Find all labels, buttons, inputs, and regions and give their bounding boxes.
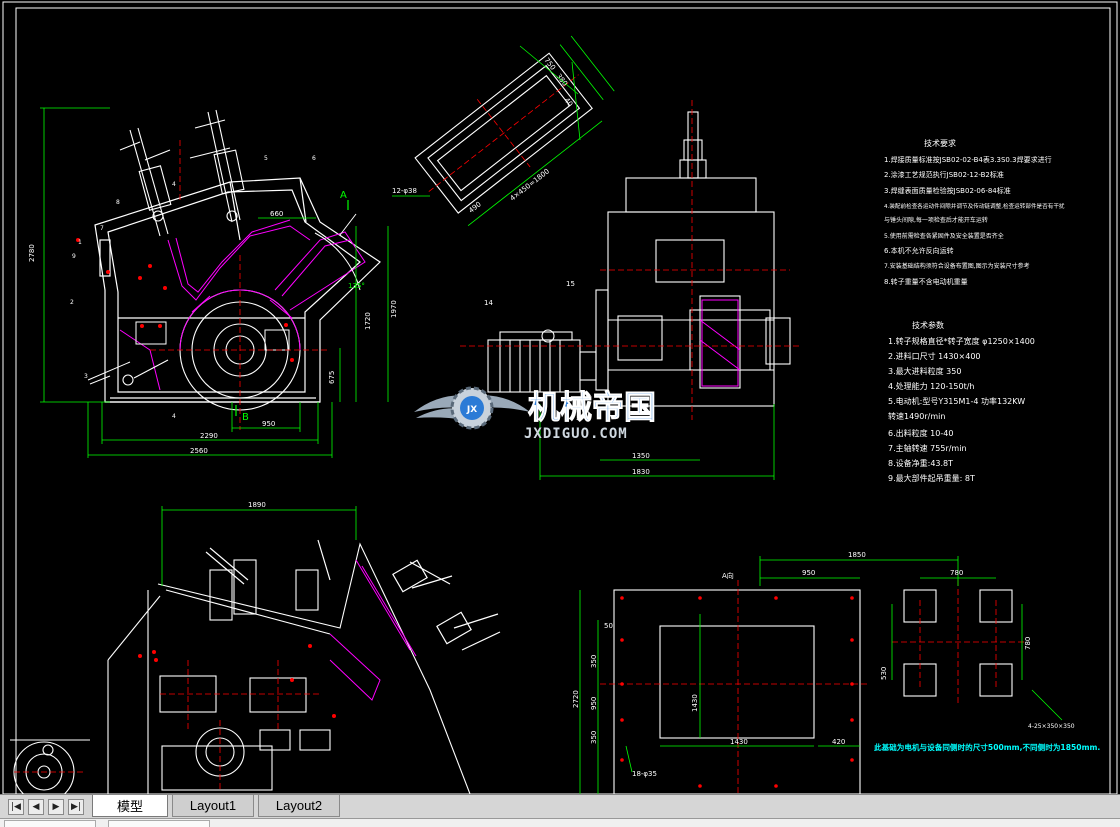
tech-param-2: 2.进料口尺寸 1430×400	[888, 351, 981, 361]
svg-text:4: 4	[172, 181, 176, 188]
dim-found-530: 530	[880, 667, 888, 680]
svg-text:2: 2	[70, 299, 74, 306]
dim-detail-4: 490	[467, 200, 482, 215]
tech-param-5: 5.电动机:型号Y315M1-4 功率132KW	[888, 396, 1025, 406]
tech-params-block: 技术参数 1.转子规格直径*转子宽度 φ1250×1400 2.进料口尺寸 14…	[888, 320, 1035, 483]
dim-found-950: 950	[802, 569, 815, 577]
dim-found-350a: 350	[590, 655, 598, 668]
tech-req-7: 7.安装基础结构须符合设备布置图,图示为安装尺寸参考	[884, 262, 1030, 270]
tab-model[interactable]: 模型	[92, 795, 168, 817]
next-layout-button[interactable]: ▶	[48, 799, 64, 815]
dim-135: 135°	[348, 282, 365, 290]
front-elevation-view: 2780 2290 2560 950 1720 1970 675 660 135…	[28, 107, 398, 458]
dim-1970: 1970	[390, 300, 398, 318]
foundation-plan: A向 1850 950 780 780 530 1430 1430 420 27…	[572, 551, 1100, 794]
tech-param-5b: 转速1490r/min	[888, 411, 945, 421]
dim-found-bolt2: 4-25×350×350	[1028, 723, 1075, 730]
dim-found-bolt: 18-φ35	[632, 770, 657, 778]
dim-found-950b: 950	[590, 697, 598, 710]
dim-1720: 1720	[364, 312, 372, 330]
tech-param-7: 7.主轴转速 755r/min	[888, 443, 967, 453]
dim-675: 675	[328, 371, 336, 384]
dim-1350: 1350	[632, 452, 650, 460]
foundation-note: 此基础为电机与设备同侧时的尺寸500mm,不同侧时为1850mm.	[874, 742, 1100, 752]
first-icon: |◀	[11, 802, 21, 812]
dim-found-50: 50	[604, 622, 613, 630]
tech-req-2: 2.涂漆工艺规范执行JSB02-12-B2标准	[884, 170, 1004, 179]
watermark-brand: 机械帝国	[528, 388, 656, 426]
prev-icon: ◀	[32, 802, 40, 812]
found-title-a: A向	[722, 571, 734, 580]
svg-text:5: 5	[264, 155, 268, 162]
svg-text:3: 3	[84, 373, 88, 380]
tech-params-title: 技术参数	[912, 320, 944, 330]
dim-1890: 1890	[248, 501, 266, 509]
svg-text:7: 7	[100, 225, 104, 232]
tech-req-4: 4.装配前检查各运动件间隙并调节及传动链调整,检查运转部件是否有干扰	[884, 202, 1065, 210]
dim-found-780a: 780	[950, 569, 963, 577]
layout-tab-bar: |◀ ◀ ▶ ▶| 模型 Layout1 Layout2	[0, 794, 1120, 819]
first-layout-button[interactable]: |◀	[8, 799, 24, 815]
svg-text:1: 1	[78, 239, 82, 246]
tab-layout2[interactable]: Layout2	[258, 795, 340, 817]
dim-found-350b: 350	[590, 731, 598, 744]
tech-requirements-title: 技术要求	[924, 138, 956, 148]
tech-param-4: 4.处理能力 120-150t/h	[888, 381, 975, 391]
tech-req-8: 8.转子重量不含电动机重量	[884, 277, 968, 286]
tech-req-6: 6.本机不允许反向运转	[884, 246, 954, 255]
dim-detail-3: 750	[542, 56, 557, 71]
last-icon: ▶|	[71, 802, 81, 812]
svg-text:14: 14	[484, 299, 493, 307]
tech-req-1: 1.焊接质量标准按JSB02-02-B4表3.3S0.3焊要求进行	[884, 155, 1052, 164]
drawing-canvas[interactable]: 2780 2290 2560 950 1720 1970 675 660 135…	[0, 0, 1120, 794]
section-a-marker: A	[340, 190, 347, 201]
tab-layout1[interactable]: Layout1	[172, 795, 254, 817]
watermark-logo: JX 机械帝国 JXDIGUO.COM	[414, 386, 657, 442]
dim-detail-2: 4×450=1800	[509, 167, 551, 202]
dim-detail-1: 12-φ38	[392, 187, 417, 195]
dim-found-1430b: 1430	[691, 694, 699, 712]
dim-2560: 2560	[190, 447, 208, 455]
dim-660: 660	[270, 210, 283, 218]
svg-text:9: 9	[72, 253, 76, 260]
tech-param-1: 1.转子规格直径*转子宽度 φ1250×1400	[888, 336, 1035, 346]
tech-param-8: 8.设备净重:43.8T	[888, 458, 953, 468]
svg-text:6: 6	[312, 155, 316, 162]
prev-layout-button[interactable]: ◀	[28, 799, 44, 815]
watermark-badge: JX	[466, 405, 477, 415]
dim-found-2720: 2720	[572, 690, 580, 708]
svg-text:8: 8	[116, 199, 120, 206]
tech-req-3: 3.焊缝表面质量检验按JSB02-06-84标准	[884, 186, 1011, 195]
next-icon: ▶	[52, 802, 60, 812]
tech-req-4b: 与锤头间隙,每一项检查后才能开车运转	[884, 216, 988, 224]
dim-2780: 2780	[28, 244, 36, 262]
dim-found-1430a: 1430	[730, 738, 748, 746]
plan-view: 1890	[10, 501, 501, 794]
tech-requirements-block: 技术要求 1.焊接质量标准按JSB02-02-B4表3.3S0.3焊要求进行 2…	[884, 138, 1065, 286]
section-b-marker: B	[242, 412, 249, 423]
detail-view-rotated: 4×450=1800 490 12-φ38 750 380 40	[392, 35, 615, 226]
svg-text:4: 4	[172, 413, 176, 420]
dim-950: 950	[262, 420, 275, 428]
dim-found-1850: 1850	[848, 551, 866, 559]
tech-param-9: 9.最大部件起吊重量: 8T	[888, 473, 975, 483]
dim-1830: 1830	[632, 468, 650, 476]
svg-text:15: 15	[566, 280, 575, 288]
dim-found-420: 420	[832, 738, 845, 746]
tech-param-6: 6.出料粒度 10-40	[888, 428, 953, 438]
dim-2290: 2290	[200, 432, 218, 440]
tech-param-3: 3.最大进料粒度 350	[888, 366, 961, 376]
tech-req-5: 5.使用前需检查各紧固件及安全装置是否齐全	[884, 232, 1004, 240]
last-layout-button[interactable]: ▶|	[68, 799, 84, 815]
dim-found-780b: 780	[1024, 637, 1032, 650]
watermark-domain: JXDIGUO.COM	[524, 426, 628, 442]
